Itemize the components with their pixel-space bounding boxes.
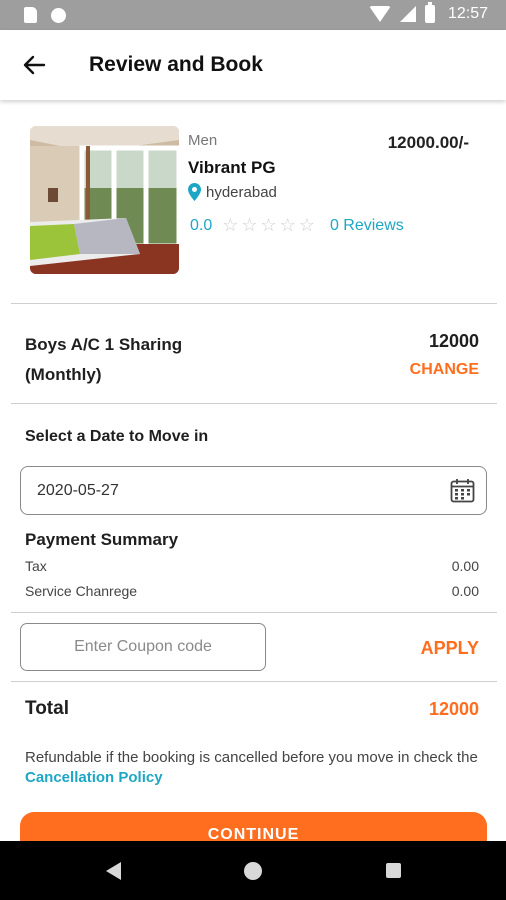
wifi-icon	[368, 6, 391, 22]
battery-icon	[424, 2, 435, 23]
summary-row-service-charge: Service Chanrege 0.00	[25, 583, 479, 599]
divider	[11, 303, 497, 304]
divider	[11, 403, 497, 404]
coupon-code-input[interactable]	[20, 623, 266, 671]
date-value: 2020-05-27	[37, 482, 119, 499]
room-name-line1: Boys A/C 1 Sharing	[25, 335, 183, 354]
property-name: Vibrant PG	[188, 158, 276, 177]
summary-value: 0.00	[451, 558, 479, 574]
total-value: 12000	[428, 699, 479, 719]
summary-value: 0.00	[451, 583, 479, 599]
rating-value: 0.0	[190, 216, 213, 234]
status-bar: 12:57	[0, 0, 506, 30]
back-button[interactable]	[18, 50, 50, 80]
property-price: 12000.00/-	[387, 133, 469, 152]
star-rating-icon: ☆☆☆☆☆	[222, 215, 318, 235]
summary-label: Tax	[25, 558, 47, 574]
refund-text: Refundable if the booking is cancelled b…	[25, 749, 478, 766]
property-category: Men	[188, 132, 218, 149]
calendar-icon[interactable]	[450, 478, 475, 503]
payment-summary-title: Payment Summary	[25, 530, 179, 549]
nav-recents-icon[interactable]	[386, 863, 401, 878]
room-name-line2: (Monthly)	[25, 365, 102, 384]
change-room-button[interactable]: CHANGE	[410, 361, 479, 379]
rating-row: 0.0 ☆☆☆☆☆ 0 Reviews	[190, 215, 404, 236]
room-price: 12000	[428, 331, 479, 351]
total-label: Total	[25, 698, 69, 719]
nav-home-icon[interactable]	[244, 862, 262, 880]
move-in-date-field[interactable]: 2020-05-27	[20, 466, 487, 515]
summary-label: Service Chanrege	[25, 583, 138, 599]
summary-row-tax: Tax 0.00	[25, 558, 479, 574]
divider	[11, 612, 497, 613]
system-nav-bar	[0, 841, 506, 900]
reviews-link[interactable]: 0 Reviews	[330, 217, 404, 235]
divider	[11, 681, 497, 682]
notification-circle-icon	[51, 7, 66, 23]
move-in-date-label: Select a Date to Move in	[25, 428, 209, 445]
app-bar: Review and Book	[0, 30, 506, 100]
nav-back-icon[interactable]	[106, 862, 121, 880]
sd-card-icon	[24, 7, 37, 23]
apply-coupon-button[interactable]: APPLY	[421, 638, 479, 659]
refund-note: Refundable if the booking is cancelled b…	[25, 748, 485, 788]
room-name: Boys A/C 1 Sharing (Monthly)	[25, 330, 225, 390]
property-photo[interactable]	[30, 126, 179, 274]
signal-icon	[399, 6, 416, 22]
property-location: hyderabad	[188, 183, 277, 201]
arrow-left-icon	[23, 55, 46, 75]
map-pin-icon	[188, 183, 201, 201]
location-text: hyderabad	[206, 183, 277, 201]
status-time: 12:57	[447, 5, 488, 22]
page-title: Review and Book	[89, 53, 263, 76]
cancellation-policy-link[interactable]: Cancellation Policy	[25, 769, 163, 786]
